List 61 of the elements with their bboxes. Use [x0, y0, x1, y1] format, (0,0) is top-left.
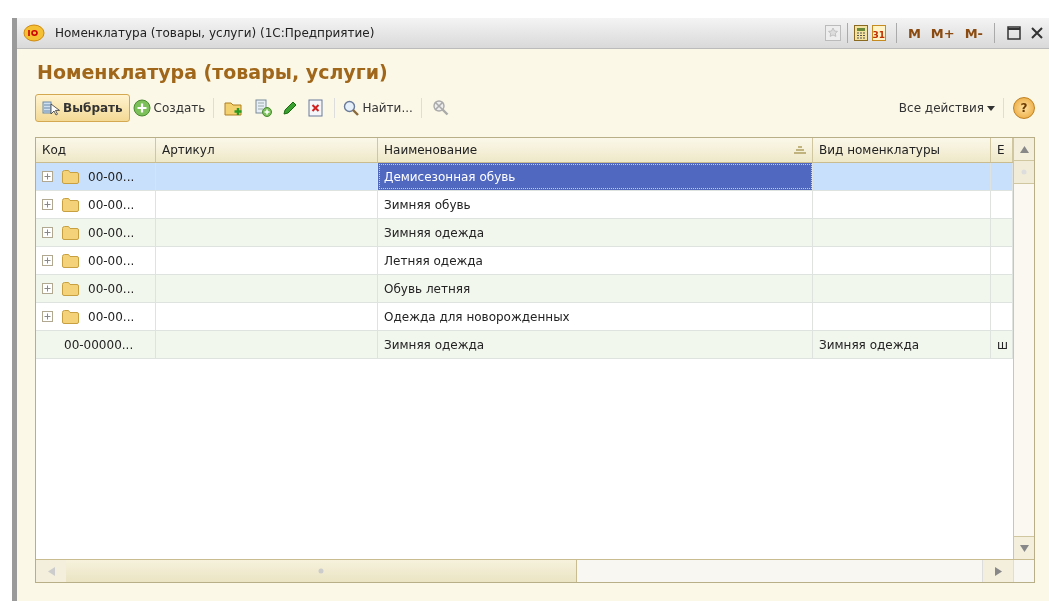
cell-text: Зимняя одежда	[819, 337, 920, 352]
cell-text: 00-00...	[88, 281, 135, 296]
window-title: Номенклатура (товары, услуги) (1С:Предприятие)	[55, 26, 376, 40]
expand-icon[interactable]	[42, 199, 53, 210]
expand-icon[interactable]	[42, 283, 53, 294]
cell-text: 00-00...	[88, 225, 135, 240]
column-header[interactable]: Код	[36, 138, 156, 162]
memory-button[interactable]: M	[907, 25, 921, 41]
expand-icon[interactable]	[42, 171, 53, 182]
table-row[interactable]: 00-00000... Зимняя одежда Зимняя одежда ш	[36, 331, 1013, 359]
horizontal-scrollbar[interactable]	[36, 559, 1034, 582]
cell-text: Летняя одежда	[384, 253, 483, 268]
maximize-icon[interactable]	[1007, 26, 1021, 40]
cell-text: Зимняя одежда	[384, 225, 485, 240]
cell-text: 00-00...	[88, 169, 135, 184]
calendar-icon[interactable]: 31	[871, 25, 886, 41]
folder-icon	[62, 225, 79, 240]
folder-icon	[62, 253, 79, 268]
create-button[interactable]: Создать	[129, 97, 209, 119]
table-row[interactable]: 00-00... Зимняя одежда	[36, 219, 1013, 247]
cell-text: ш	[997, 337, 1008, 352]
expand-icon[interactable]	[42, 255, 53, 266]
search-icon	[343, 100, 360, 116]
app-logo-icon	[23, 24, 45, 42]
caret-icon	[987, 105, 995, 111]
cell-text: 00-00...	[88, 309, 135, 324]
help-button[interactable]: ?	[1013, 97, 1035, 119]
cell-text: 00-00...	[88, 253, 135, 268]
table-row[interactable]: 00-00... Обувь летняя	[36, 275, 1013, 303]
right-arrow-icon[interactable]	[994, 566, 1002, 576]
cell-text: Одежда для новорожденных	[384, 309, 570, 324]
memory-button[interactable]: M+	[930, 25, 955, 41]
down-arrow-icon[interactable]	[1019, 544, 1029, 552]
cell-text: 00-00...	[88, 197, 135, 212]
form-heading: Номенклатура (товары, услуги)	[37, 61, 389, 83]
close-icon[interactable]	[1031, 27, 1043, 39]
plus-circle-icon	[132, 99, 151, 117]
column-header[interactable]: Наименование	[378, 138, 813, 162]
column-header[interactable]: Вид номенклатуры	[813, 138, 991, 162]
cell-text: Обувь летняя	[384, 281, 471, 296]
memory-button[interactable]: M-	[964, 25, 983, 41]
find-button[interactable]: Найти...	[340, 98, 416, 118]
grip-icon[interactable]	[318, 568, 324, 574]
folder-icon	[62, 197, 79, 212]
calculator-icon[interactable]	[853, 25, 868, 41]
column-header[interactable]: Артикул	[156, 138, 378, 162]
cursor-list-icon	[42, 100, 60, 116]
expand-icon[interactable]	[42, 227, 53, 238]
all-actions-menu[interactable]: Все действия	[895, 99, 998, 117]
up-arrow-icon[interactable]	[1019, 145, 1029, 153]
table-row[interactable]: 00-00... Демисезонная обувь	[36, 163, 1013, 191]
cell-text: Зимняя одежда	[384, 337, 485, 352]
folder-icon	[62, 169, 79, 184]
vertical-scrollbar[interactable]	[1013, 138, 1034, 559]
folder-icon	[62, 281, 79, 296]
expand-icon[interactable]	[42, 311, 53, 322]
folder-icon	[62, 309, 79, 324]
cell-text: Демисезонная обувь	[384, 169, 516, 184]
cell-text: 00-00000...	[64, 337, 134, 352]
cell-text: Зимняя обувь	[384, 197, 471, 212]
choose-button[interactable]: Выбрать	[35, 94, 130, 122]
